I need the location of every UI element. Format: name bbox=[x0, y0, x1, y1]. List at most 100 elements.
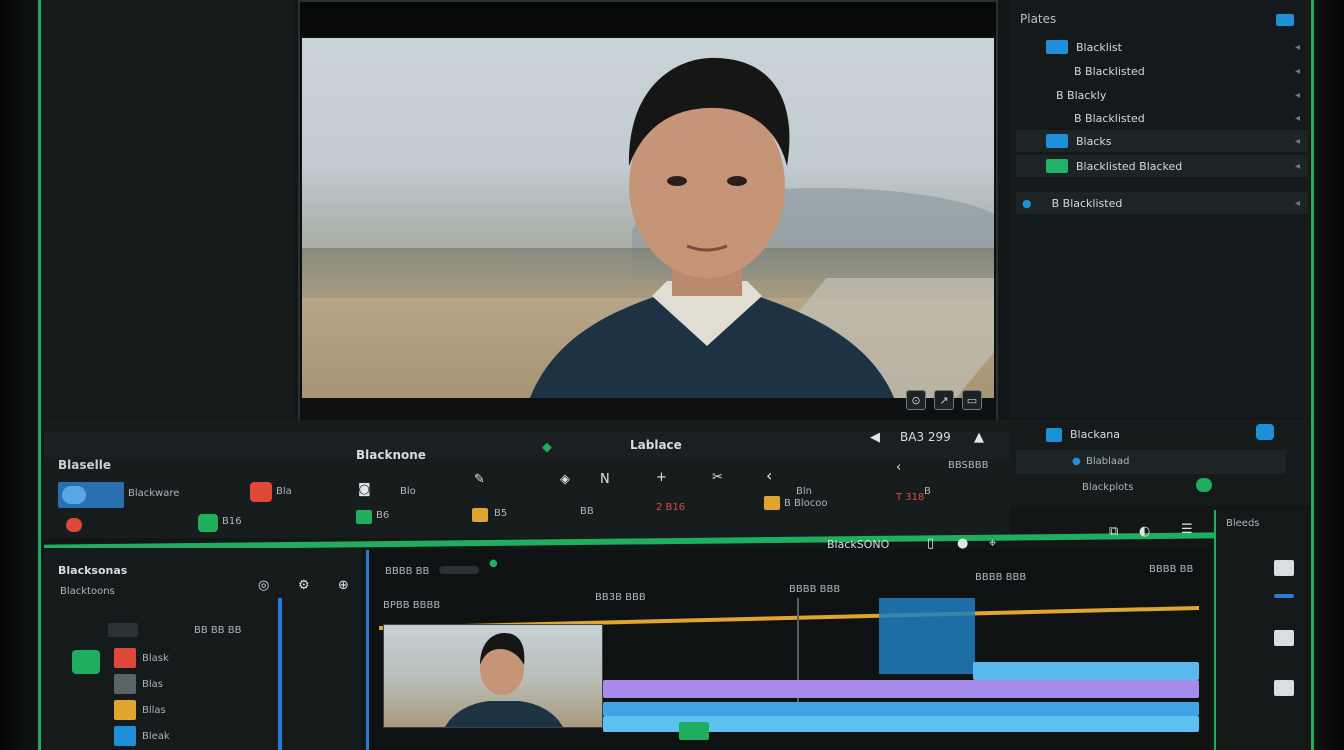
ruler-label: BB3B BBB bbox=[595, 592, 646, 603]
project-row-label: B Blackly bbox=[1056, 88, 1107, 102]
toolbar-item[interactable]: Bln bbox=[796, 486, 812, 497]
layer-row[interactable]: BB BB BB bbox=[58, 620, 258, 640]
video-clip[interactable] bbox=[603, 702, 1199, 716]
pin-icon[interactable]: ⌖ bbox=[989, 536, 996, 551]
panel-label: Blaselle bbox=[58, 458, 112, 472]
audio-icon[interactable]: ◐ bbox=[1139, 524, 1150, 539]
chevron-icon[interactable]: ◂ bbox=[1295, 198, 1300, 209]
person-figure bbox=[530, 57, 894, 398]
menu-icon[interactable]: ☰ bbox=[1181, 522, 1193, 537]
selected-region[interactable] bbox=[879, 598, 975, 674]
timeline-zoom-label: BBBB BB bbox=[385, 566, 430, 577]
layer-label: Bleak bbox=[142, 730, 170, 742]
timeline-subheader: Blacktoons bbox=[60, 586, 115, 597]
inspector-chip-icon bbox=[1046, 428, 1062, 442]
toggle-icon[interactable] bbox=[1256, 424, 1274, 440]
media-browser-panel bbox=[44, 0, 294, 440]
video-clip[interactable] bbox=[973, 662, 1199, 680]
monitor-bezel-right bbox=[1314, 0, 1344, 750]
record-icon[interactable]: ● bbox=[957, 536, 968, 551]
panel-title: Plates bbox=[1020, 12, 1057, 26]
status-chip[interactable] bbox=[764, 496, 780, 510]
ripple-icon[interactable]: ◈ bbox=[560, 472, 570, 487]
project-row[interactable]: B Blacklisted ◂ bbox=[1016, 60, 1308, 82]
toolbar-item[interactable]: B bbox=[924, 486, 931, 497]
ruler-label: BBBB BBB bbox=[975, 572, 1027, 583]
video-frame[interactable] bbox=[302, 38, 994, 398]
chevron-icon[interactable]: ◂ bbox=[1295, 42, 1300, 53]
timeline-toolbar-label: BlackSONO bbox=[827, 538, 890, 551]
safe-zone-icon[interactable]: ⊙ bbox=[906, 390, 926, 410]
toolbar-item[interactable]: Bla bbox=[276, 486, 292, 497]
status-chip[interactable] bbox=[198, 514, 218, 532]
add-icon[interactable] bbox=[1276, 14, 1294, 26]
layer-label: Blask bbox=[142, 652, 169, 664]
project-row-label: B Blacklisted bbox=[1074, 111, 1145, 125]
marker-icon[interactable]: ◆ bbox=[542, 440, 552, 455]
zoom-slider[interactable] bbox=[439, 566, 479, 574]
marker-chip[interactable] bbox=[679, 722, 709, 740]
status-chip[interactable] bbox=[472, 508, 488, 522]
dot-icon: ● bbox=[1072, 456, 1081, 467]
layer-row[interactable]: Bllas bbox=[58, 700, 258, 720]
record-icon[interactable]: ◎ bbox=[258, 578, 269, 593]
status-chip[interactable] bbox=[356, 510, 372, 524]
toggle-knob-icon bbox=[62, 486, 86, 504]
add-edit-icon[interactable]: + bbox=[656, 470, 667, 485]
project-row-selected[interactable]: Blacks ◂ bbox=[1016, 130, 1308, 152]
project-row[interactable]: B Blacklisted ◂ bbox=[1016, 107, 1308, 129]
clip-thumbnail[interactable] bbox=[383, 624, 603, 728]
clip-name: Blacknone bbox=[356, 448, 426, 462]
project-row-selected[interactable]: ● B Blacklisted ◂ bbox=[1016, 192, 1308, 214]
expand-icon[interactable]: ↗ bbox=[934, 390, 954, 410]
layer-row[interactable]: Bleak bbox=[58, 726, 258, 746]
toolbar-item[interactable]: Blackware bbox=[128, 488, 179, 499]
status-label: B16 bbox=[222, 516, 242, 527]
step-back-icon[interactable]: ‹ bbox=[766, 466, 772, 485]
link-icon[interactable]: N bbox=[600, 472, 610, 487]
project-row[interactable]: Blacklist ◂ bbox=[1016, 36, 1308, 58]
project-row[interactable]: B Blackly ◂ bbox=[1016, 84, 1308, 106]
marker-icon[interactable]: ● bbox=[489, 558, 498, 569]
layer-row[interactable]: Blask bbox=[58, 648, 258, 668]
clip-person-figure bbox=[445, 633, 563, 727]
chevron-icon[interactable]: ◂ bbox=[1295, 113, 1300, 124]
error-status-icon bbox=[66, 518, 82, 532]
toolbar-item[interactable]: Blo bbox=[400, 486, 416, 497]
side-tab[interactable] bbox=[1274, 680, 1294, 696]
playhead[interactable] bbox=[797, 598, 799, 718]
status-label: 2 B16 bbox=[656, 502, 686, 513]
project-row-label: B Blacklisted bbox=[1074, 64, 1145, 78]
next-edit-icon[interactable]: ▲ bbox=[974, 430, 984, 445]
toolbar-band bbox=[44, 432, 1010, 458]
status-dot-icon bbox=[1196, 478, 1212, 492]
audio-clip[interactable] bbox=[603, 680, 1199, 698]
inspector-row-selected[interactable] bbox=[1016, 450, 1286, 474]
ruler-label: BPBB BBBB bbox=[383, 600, 441, 611]
layer-chip bbox=[114, 648, 136, 668]
layer-row[interactable]: Blas bbox=[58, 674, 258, 694]
duration-label: BBSBBB bbox=[948, 460, 989, 471]
back-icon[interactable]: ‹ bbox=[896, 460, 901, 475]
lock-icon[interactable]: ⊕ bbox=[338, 578, 349, 593]
clip-icon[interactable]: ▯ bbox=[927, 536, 934, 551]
side-tab[interactable] bbox=[1274, 560, 1294, 576]
project-row-selected[interactable]: Blacklisted Blacked ◂ bbox=[1016, 155, 1308, 177]
tool-icon[interactable]: ◙ bbox=[358, 482, 371, 497]
chevron-icon[interactable]: ◂ bbox=[1295, 90, 1300, 101]
prev-edit-icon[interactable]: ◀ bbox=[870, 430, 880, 445]
fullscreen-icon[interactable]: ▭ bbox=[962, 390, 982, 410]
chevron-icon[interactable]: ◂ bbox=[1295, 136, 1300, 147]
razor-icon[interactable]: ✂ bbox=[712, 470, 723, 485]
chevron-icon[interactable]: ◂ bbox=[1295, 66, 1300, 77]
layers-scrollbar[interactable] bbox=[278, 598, 282, 750]
side-tab-active[interactable] bbox=[1274, 594, 1294, 598]
settings-icon[interactable]: ⚙ bbox=[298, 578, 310, 593]
record-button[interactable] bbox=[250, 482, 272, 502]
layer-chip bbox=[114, 726, 136, 746]
chevron-icon[interactable]: ◂ bbox=[1295, 161, 1300, 172]
ruler-label: BBBB BB bbox=[1149, 564, 1194, 575]
side-tab[interactable] bbox=[1274, 630, 1294, 646]
snap-icon[interactable]: ⧉ bbox=[1109, 524, 1118, 539]
pencil-icon[interactable]: ✎ bbox=[474, 472, 485, 487]
